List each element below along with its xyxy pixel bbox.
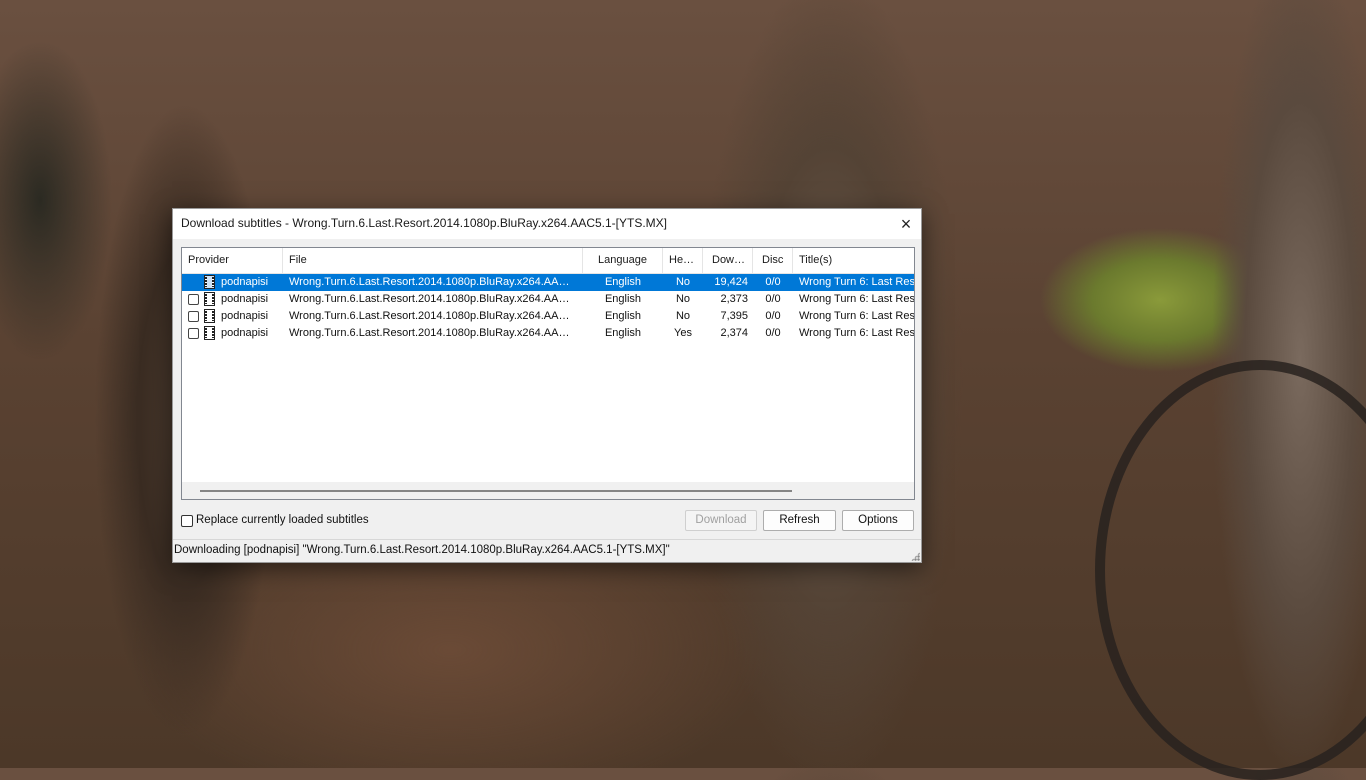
options-button[interactable]: Options [842, 510, 914, 531]
cell-hearing-impaired: No [675, 276, 691, 288]
cell-language: English [604, 327, 642, 339]
cell-title: Wrong Turn 6: Last Reso [799, 327, 914, 339]
background-bike-wheel [1095, 360, 1366, 780]
horizontal-scrollbar[interactable] [182, 482, 914, 499]
table-row[interactable]: podnapisi Wrong.Turn.6.Last.Resort.2014.1… [182, 291, 914, 308]
replace-subtitles-label[interactable]: Replace currently loaded subtitles [196, 514, 369, 526]
cell-disc: 0/0 [765, 293, 781, 305]
cell-file: Wrong.Turn.6.Last.Resort.2014.1080p.BluR… [289, 293, 570, 305]
row-checkbox[interactable] [188, 328, 199, 339]
column-language[interactable]: Language [583, 248, 663, 273]
cell-downloads: 19,424 [714, 276, 748, 288]
download-button[interactable]: Download [685, 510, 757, 531]
subtitle-file-icon [204, 275, 215, 289]
cell-provider: podnapisi [221, 327, 269, 339]
replace-subtitles-checkbox[interactable] [181, 515, 193, 527]
list-header: Provider File Language He… Dow… Disc Tit… [182, 248, 914, 274]
cell-language: English [604, 276, 642, 288]
cell-file: Wrong.Turn.6.Last.Resort.2014.1080p.BluR… [289, 276, 570, 288]
resize-grip-icon[interactable] [911, 552, 920, 561]
download-subtitles-dialog: Download subtitles - Wrong.Turn.6.Last.R… [172, 208, 922, 563]
cell-downloads: 7,395 [720, 310, 748, 322]
cell-disc: 0/0 [765, 310, 781, 322]
column-provider[interactable]: Provider [182, 248, 283, 273]
column-file[interactable]: File [283, 248, 583, 273]
status-bar: Downloading [podnapisi] "Wrong.Turn.6.La… [173, 539, 921, 562]
cell-disc: 0/0 [765, 276, 781, 288]
table-row[interactable]: podnapisi Wrong.Turn.6.Last.Resort.2014.1… [182, 325, 914, 342]
cell-provider: podnapisi [221, 293, 269, 305]
cell-provider: podnapisi [221, 310, 269, 322]
cell-language: English [604, 310, 642, 322]
window-title: Download subtitles - Wrong.Turn.6.Last.R… [181, 216, 668, 230]
subtitles-list[interactable]: Provider File Language He… Dow… Disc Tit… [181, 247, 915, 500]
status-text: Downloading [podnapisi] "Wrong.Turn.6.La… [174, 544, 670, 556]
cell-title: Wrong Turn 6: Last Reso [799, 293, 914, 305]
close-icon[interactable]: × [891, 209, 921, 239]
scrollbar-thumb[interactable] [200, 490, 792, 492]
cell-disc: 0/0 [765, 327, 781, 339]
table-row[interactable]: podnapisi Wrong.Turn.6.Last.Resort.2014.1… [182, 308, 914, 325]
cell-hearing-impaired: No [675, 310, 691, 322]
column-hearing-impaired[interactable]: He… [663, 248, 703, 273]
cell-title: Wrong Turn 6: Last Reso [799, 276, 914, 288]
cell-provider: podnapisi [221, 276, 269, 288]
column-downloads[interactable]: Dow… [703, 248, 753, 273]
row-checkbox[interactable] [188, 294, 199, 305]
cell-hearing-impaired: Yes [674, 327, 692, 339]
table-row[interactable]: podnapisi Wrong.Turn.6.Last.Resort.2014.1… [182, 274, 914, 291]
cell-file: Wrong.Turn.6.Last.Resort.2014.1080p.BluR… [289, 327, 570, 339]
cell-downloads: 2,373 [720, 293, 748, 305]
subtitle-file-icon [204, 326, 215, 340]
cell-file: Wrong.Turn.6.Last.Resort.2014.1080p.BluR… [289, 310, 570, 322]
cell-language: English [604, 293, 642, 305]
cell-hearing-impaired: No [675, 293, 691, 305]
row-checkbox[interactable] [188, 311, 199, 322]
refresh-button[interactable]: Refresh [763, 510, 836, 531]
column-titles[interactable]: Title(s) [793, 248, 914, 273]
cell-title: Wrong Turn 6: Last Reso [799, 310, 914, 322]
subtitle-file-icon [204, 292, 215, 306]
subtitle-file-icon [204, 309, 215, 323]
title-bar: Download subtitles - Wrong.Turn.6.Last.R… [173, 209, 921, 239]
cell-downloads: 2,374 [720, 327, 748, 339]
column-disc[interactable]: Disc [753, 248, 793, 273]
